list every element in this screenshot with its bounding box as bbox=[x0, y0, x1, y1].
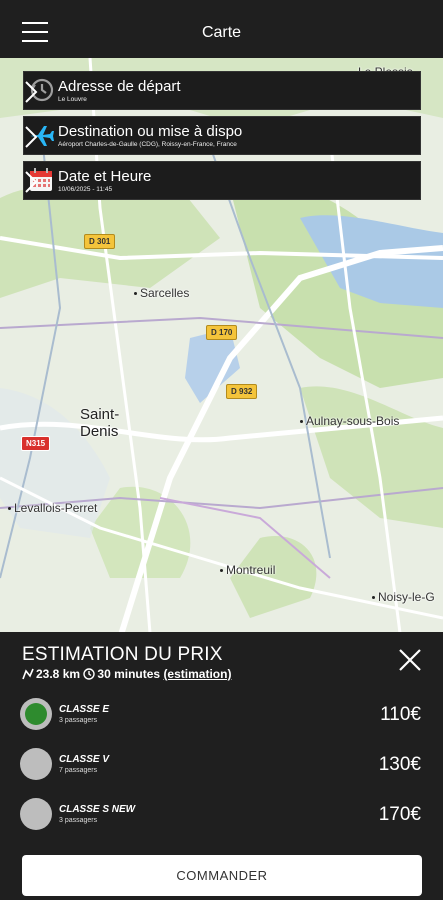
close-icon[interactable] bbox=[397, 647, 423, 673]
estimate-title: ESTIMATION DU PRIX bbox=[22, 644, 223, 665]
class-name: CLASSE S NEW bbox=[59, 804, 136, 815]
page-title: Carte bbox=[201, 24, 242, 41]
vehicle-class-row[interactable]: CLASSE S NEW 3 passagers 170€ bbox=[20, 794, 425, 834]
class-radio-selected[interactable] bbox=[20, 698, 52, 730]
departure-card[interactable]: Adresse de départ Le Louvre bbox=[23, 71, 421, 110]
map-label-noisy-text: Noisy-le-G bbox=[378, 590, 435, 604]
class-name: CLASSE E bbox=[59, 704, 110, 715]
map-label-montreuil-text: Montreuil bbox=[226, 563, 276, 577]
map-label-aulnay-text: Aulnay-sous-Bois bbox=[306, 414, 400, 428]
order-button[interactable]: COMMANDER bbox=[22, 855, 422, 896]
vehicle-class-row[interactable]: CLASSE V 7 passagers 130€ bbox=[20, 744, 425, 784]
road-shield-n315: N315 bbox=[21, 436, 51, 451]
destination-card[interactable]: Destination ou mise à dispo Aéroport Cha… bbox=[23, 116, 421, 155]
top-app-bar: Carte bbox=[0, 0, 443, 58]
datetime-card[interactable]: Date et Heure 10/06/2025 - 11:45 bbox=[23, 161, 421, 200]
map-label-aulnay: Aulnay-sous-Bois bbox=[300, 414, 399, 428]
class-price: 110€ bbox=[380, 704, 421, 725]
class-name: CLASSE V bbox=[59, 754, 110, 765]
class-passengers: 3 passagers bbox=[59, 817, 98, 824]
map-label-noisy: Noisy-le-G bbox=[372, 590, 435, 604]
road-shield-d170: D 170 bbox=[206, 325, 238, 340]
class-radio[interactable] bbox=[20, 748, 52, 780]
destination-label: Destination ou mise à dispo bbox=[58, 123, 243, 140]
map-label-sarcelles-text: Sarcelles bbox=[140, 286, 190, 300]
trip-meta: 23.8 km 30 minutes (estimation) bbox=[22, 667, 231, 681]
chevron-right-icon bbox=[25, 171, 38, 193]
vehicle-class-row[interactable]: CLASSE E 3 passagers 110€ bbox=[20, 694, 425, 734]
map-label-levallois: Levallois-Perret bbox=[8, 501, 97, 515]
map-label-levallois-text: Levallois-Perret bbox=[14, 501, 98, 515]
class-radio[interactable] bbox=[20, 798, 52, 830]
road-shield-d301: D 301 bbox=[84, 234, 116, 249]
trip-distance: 23.8 km bbox=[36, 667, 81, 681]
estimation-link[interactable]: (estimation) bbox=[163, 667, 231, 681]
class-passengers: 3 passagers bbox=[59, 717, 98, 724]
map-label-sarcelles: Sarcelles bbox=[134, 286, 189, 300]
datetime-label: Date et Heure bbox=[58, 168, 152, 185]
datetime-value: 10/06/2025 - 11:45 bbox=[58, 186, 113, 193]
map-label-saint-denis-line2: Denis bbox=[80, 423, 119, 440]
map-label-saint-denis: Saint- Denis bbox=[80, 406, 119, 440]
destination-value: Aéroport Charles-de-Gaulle (CDG), Roissy… bbox=[58, 141, 237, 148]
class-passengers: 7 passagers bbox=[59, 767, 98, 774]
map-view[interactable]: Le Plessis Sarcelles Saint-Denis Aulnay-… bbox=[0, 58, 443, 633]
road-shield-d932: D 932 bbox=[226, 384, 258, 399]
trip-duration: 30 minutes bbox=[97, 667, 161, 681]
clock-icon bbox=[83, 668, 96, 680]
route-icon bbox=[22, 668, 34, 680]
map-label-saint-denis-line1: Saint- bbox=[80, 406, 120, 423]
class-price: 130€ bbox=[378, 754, 421, 775]
chevron-right-icon bbox=[25, 126, 38, 148]
departure-label: Adresse de départ bbox=[58, 78, 181, 95]
chevron-right-icon bbox=[25, 81, 38, 103]
map-label-montreuil: Montreuil bbox=[220, 563, 275, 577]
departure-value: Le Louvre bbox=[58, 96, 87, 103]
class-price: 170€ bbox=[378, 804, 421, 825]
